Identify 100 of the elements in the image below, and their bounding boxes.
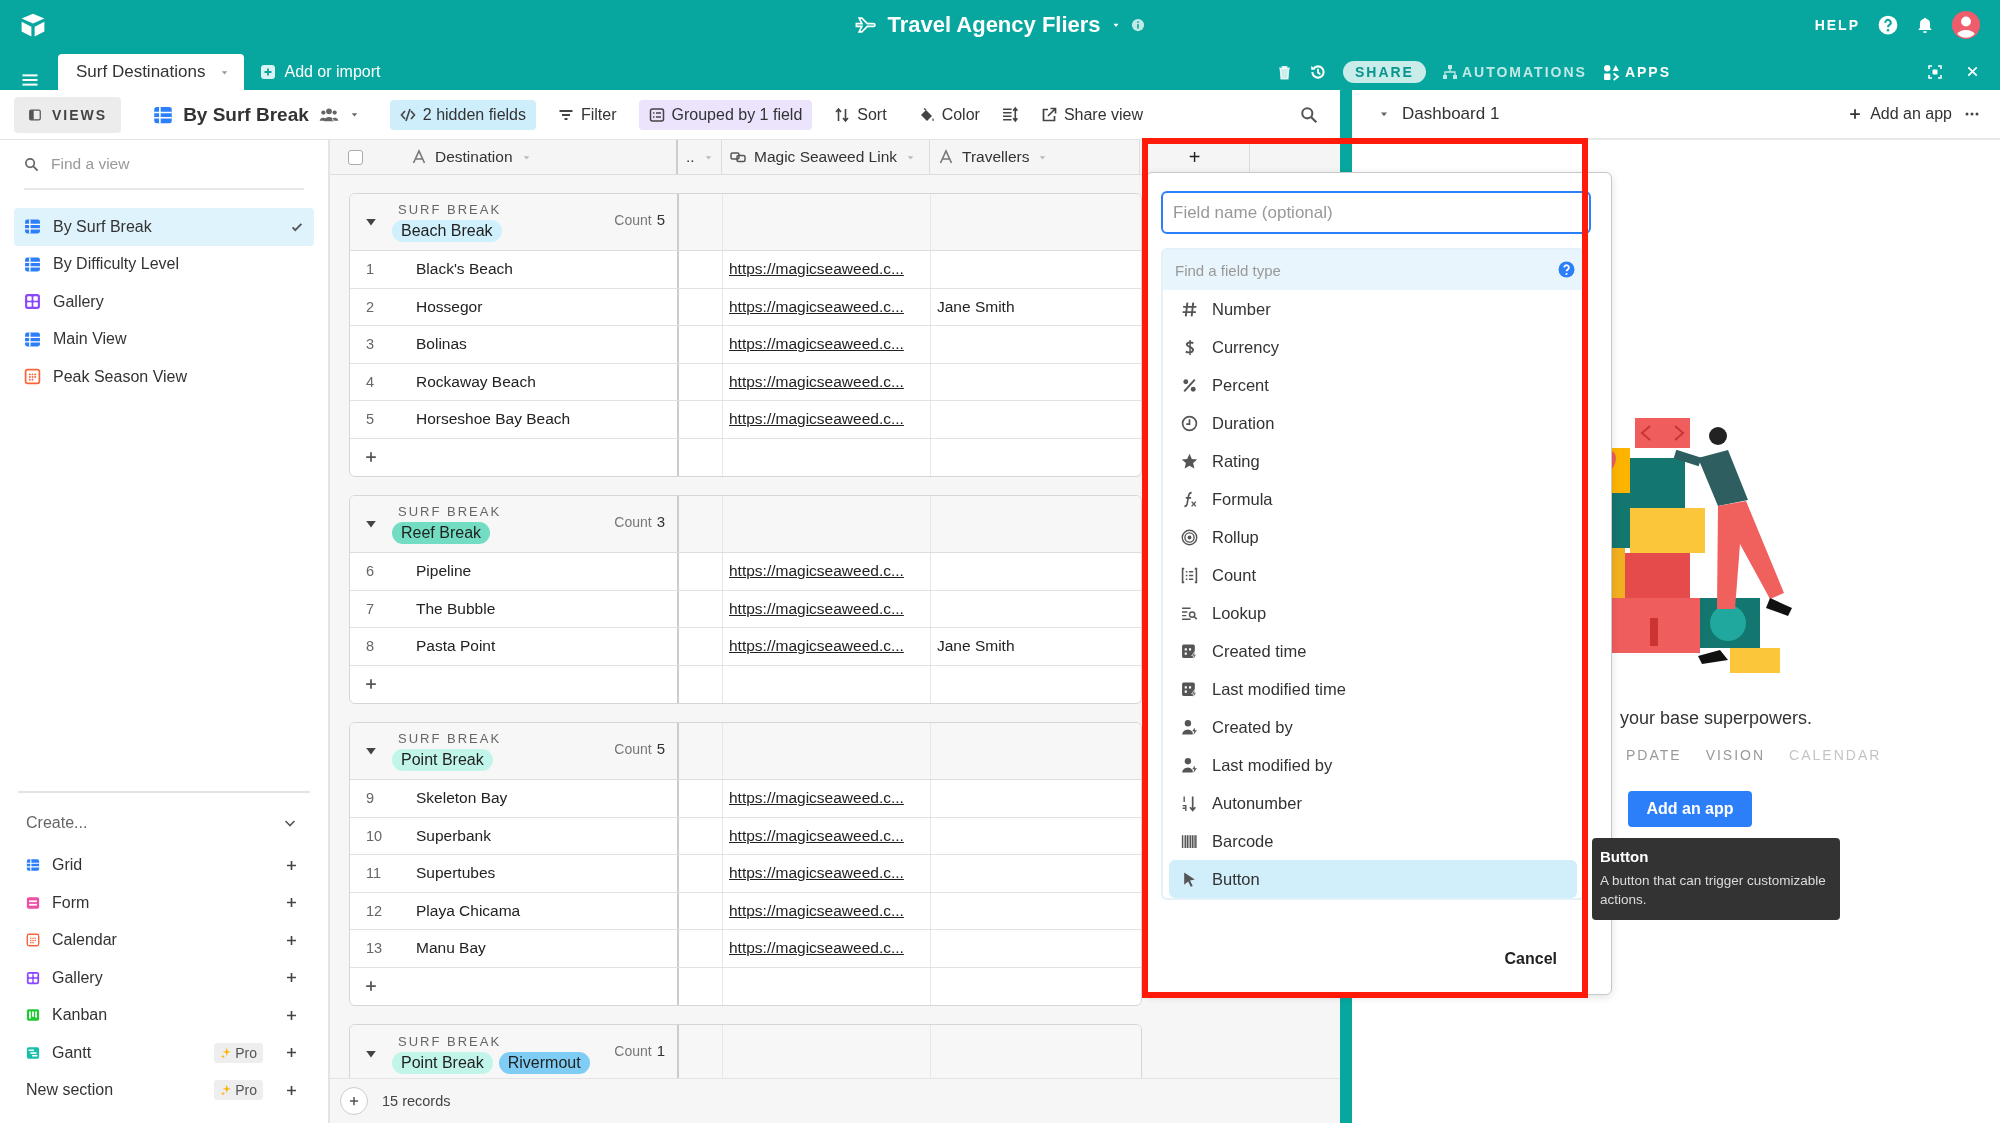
toolbar-button[interactable]: 2 hidden fields <box>389 99 536 130</box>
record-count: 15 records <box>382 1093 451 1109</box>
views-toggle-button[interactable]: VIEWS <box>14 96 122 133</box>
create-view-option[interactable]: Form <box>52 893 273 912</box>
percent-icon <box>1181 376 1198 394</box>
view-list-item[interactable]: By Surf Break <box>14 208 314 246</box>
add-row-icon[interactable] <box>364 979 378 994</box>
row-height-icon[interactable] <box>1001 106 1019 123</box>
toolbar-button[interactable]: Grouped by 1 field <box>638 99 813 130</box>
group-tag: Point Break <box>392 1051 493 1074</box>
row-number: 12 <box>365 902 384 919</box>
table-cell: Pipeline <box>416 562 472 581</box>
add-row-icon[interactable] <box>364 677 378 692</box>
field-type-option[interactable]: Rollup <box>1169 518 1577 556</box>
grid-view-icon <box>24 255 41 273</box>
toolbar-button[interactable]: Filter <box>548 99 627 130</box>
create-view-option[interactable]: Kanban <box>52 1006 273 1025</box>
avatar-icon[interactable] <box>1952 11 1980 39</box>
new-section-option[interactable]: New section <box>26 1081 203 1100</box>
field-type-option[interactable]: Number <box>1169 290 1577 328</box>
create-view-option[interactable]: Gallery <box>52 968 273 987</box>
field-type-option[interactable]: Rating <box>1169 442 1577 480</box>
field-type-option[interactable]: Last modified time <box>1169 670 1577 708</box>
add-app-link[interactable]: Add an app <box>1848 105 1952 123</box>
select-all-checkbox[interactable] <box>348 149 363 165</box>
close-icon[interactable] <box>1965 64 1980 79</box>
link-cell[interactable]: https://magicseaweed.c... <box>723 562 904 581</box>
field-type-option[interactable]: Created by <box>1169 708 1577 746</box>
field-type-option[interactable]: Button <box>1169 860 1577 898</box>
plus-icon[interactable] <box>285 1008 298 1022</box>
plus-icon[interactable] <box>285 933 298 947</box>
bell-icon[interactable] <box>1916 16 1934 34</box>
group-tag: Beach Break <box>392 220 502 242</box>
field-type-option[interactable]: Last modified by <box>1169 746 1577 784</box>
table-tab[interactable]: Surf Destinations <box>58 54 245 90</box>
toolbar-button[interactable]: Color <box>908 99 990 130</box>
column-header[interactable]: .. <box>678 140 722 174</box>
link-cell[interactable]: https://magicseaweed.c... <box>723 599 904 618</box>
count-label: Count <box>614 514 652 530</box>
create-view-option[interactable]: Calendar <box>52 931 273 950</box>
create-view-option[interactable]: Grid <box>52 856 273 875</box>
field-name-input[interactable]: Field name (optional) <box>1161 191 1591 234</box>
row-number: 13 <box>365 940 384 957</box>
field-type-search[interactable]: Find a field type <box>1163 250 1583 290</box>
view-list-item[interactable]: By Difficulty Level <box>14 245 314 283</box>
count-label: Count <box>614 1043 652 1059</box>
field-type-option[interactable]: Created time <box>1169 632 1577 670</box>
view-list-item[interactable]: Peak Season View <box>14 358 314 396</box>
field-type-option[interactable]: Formula <box>1169 480 1577 518</box>
view-list-item[interactable]: Gallery <box>14 283 314 321</box>
plus-square-icon <box>260 64 277 80</box>
create-view-option[interactable]: Gantt <box>52 1043 203 1062</box>
barcode-icon <box>1181 832 1198 850</box>
plus-icon[interactable] <box>285 1046 298 1060</box>
link-cell[interactable]: https://magicseaweed.c... <box>723 260 904 279</box>
toolbar-button[interactable]: Share view <box>1030 99 1154 130</box>
help-icon[interactable] <box>1558 261 1575 278</box>
search-icon[interactable] <box>1300 105 1318 124</box>
plus-icon[interactable] <box>285 858 298 872</box>
current-view-name[interactable]: By Surf Break <box>183 103 309 126</box>
field-type-option[interactable]: Duration <box>1169 404 1577 442</box>
field-type-option[interactable]: Count <box>1169 556 1577 594</box>
dashboard-title[interactable]: Dashboard 1 <box>1402 104 1500 124</box>
find-view-field[interactable]: Find a view <box>49 154 289 174</box>
link-cell[interactable]: https://magicseaweed.c... <box>723 864 904 883</box>
toolbar-button[interactable]: Sort <box>824 99 897 130</box>
create-section-label[interactable]: Create... <box>26 813 88 832</box>
column-header[interactable]: Magic Seaweed Link <box>722 140 930 174</box>
table-cell: Hossegor <box>416 297 483 316</box>
field-type-option[interactable]: Currency <box>1169 328 1577 366</box>
history-icon[interactable] <box>1308 63 1327 81</box>
help-icon[interactable] <box>1878 15 1898 35</box>
plus-icon[interactable] <box>285 1083 298 1097</box>
table-cell-text: Jane Smith <box>936 297 1015 316</box>
link-cell[interactable]: https://magicseaweed.c... <box>723 826 904 845</box>
table-cell: Manu Bay <box>416 939 486 958</box>
link-cell[interactable]: https://magicseaweed.c... <box>723 939 904 958</box>
link-cell[interactable]: https://magicseaweed.c... <box>723 637 904 656</box>
view-list-item[interactable]: Main View <box>14 320 314 358</box>
field-type-option[interactable]: Percent <box>1169 366 1577 404</box>
link-cell[interactable]: https://magicseaweed.c... <box>723 410 904 429</box>
link-cell[interactable]: https://magicseaweed.c... <box>723 335 904 354</box>
add-row-icon[interactable] <box>364 450 378 465</box>
plus-icon[interactable] <box>285 971 298 985</box>
add-record-button[interactable] <box>340 1087 368 1115</box>
link-cell[interactable]: https://magicseaweed.c... <box>723 297 904 316</box>
field-type-option[interactable]: Lookup <box>1169 594 1577 632</box>
column-header[interactable]: Destination <box>330 140 678 174</box>
plus-icon[interactable] <box>285 896 298 910</box>
link-cell[interactable]: https://magicseaweed.c... <box>723 372 904 391</box>
row-number: 6 <box>365 563 376 580</box>
field-type-option[interactable]: Barcode <box>1169 822 1577 860</box>
cancel-button[interactable]: Cancel <box>1504 950 1557 968</box>
link-cell[interactable]: https://magicseaweed.c... <box>723 789 904 808</box>
field-type-option[interactable]: Autonumber <box>1169 784 1577 822</box>
add-app-button[interactable]: Add an app <box>1628 791 1752 827</box>
table-cell: Bolinas <box>416 335 467 354</box>
link-cell[interactable]: https://magicseaweed.c... <box>723 901 904 920</box>
expand-icon[interactable] <box>1927 64 1943 80</box>
count-value: 5 <box>656 740 665 757</box>
